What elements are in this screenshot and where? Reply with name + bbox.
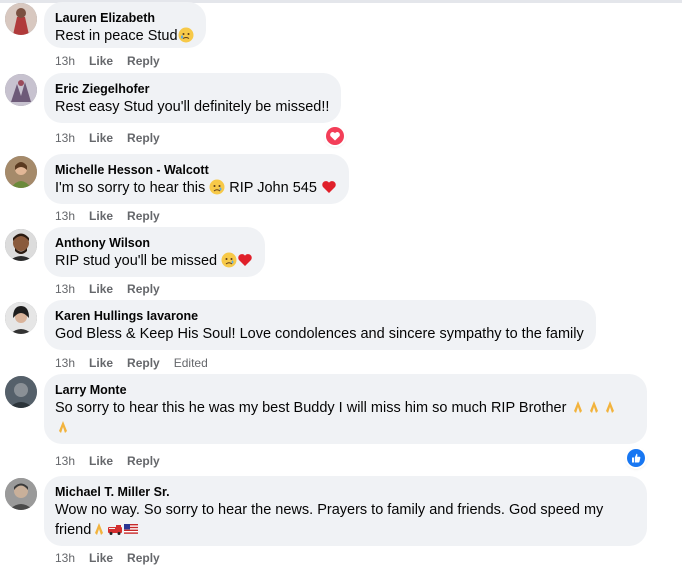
edited-label[interactable]: Edited [174, 355, 208, 371]
folded-hands-emoji-icon [55, 419, 71, 435]
reply-link[interactable]: Reply [127, 130, 160, 146]
comment-bubble: Lauren Elizabeth Rest in peace Stud [44, 2, 206, 48]
avatar[interactable] [5, 156, 37, 188]
comment-actions: 13h Like Reply [55, 208, 160, 224]
folded-hands-emoji-icon [586, 399, 602, 415]
comment-bubble: Anthony Wilson RIP stud you'll be missed [44, 227, 266, 277]
avatar[interactable] [5, 376, 37, 408]
comment-actions: 13h Like Reply [55, 281, 160, 297]
comment-text-part: I'm so sorry to hear this [55, 180, 206, 196]
comment-text: So sorry to hear this he was my best Bud… [55, 398, 635, 438]
reply-link[interactable]: Reply [127, 208, 160, 224]
avatar[interactable] [5, 3, 37, 35]
crying-face-emoji-icon [178, 27, 194, 43]
comment-time[interactable]: 13h [55, 53, 75, 69]
comment-text-part: RIP stud you'll be missed [55, 253, 218, 269]
avatar[interactable] [5, 74, 37, 106]
comment-time[interactable]: 13h [55, 208, 75, 224]
folded-hands-emoji-icon [91, 521, 107, 537]
like-link[interactable]: Like [89, 355, 113, 371]
comment-time[interactable]: 13h [55, 130, 75, 146]
avatar[interactable] [5, 229, 37, 261]
commenter-name[interactable]: Karen Hullings Iavarone [55, 308, 584, 324]
comment-time[interactable]: 13h [55, 550, 75, 566]
comment-text: Wow no way. So sorry to hear the news. P… [55, 500, 635, 540]
commenter-name[interactable]: Michael T. Miller Sr. [55, 484, 635, 500]
comment-bubble: Eric Ziegelhofer Rest easy Stud you'll d… [44, 73, 342, 123]
commenter-name[interactable]: Michelle Hesson - Walcott [55, 162, 337, 178]
comment-text-part: RIP John 545 [229, 180, 317, 196]
comment-text-part: Wow no way. So sorry to hear the news. P… [55, 502, 604, 518]
like-link[interactable]: Like [89, 130, 113, 146]
red-heart-emoji-icon [321, 179, 337, 195]
sad-face-emoji-icon [221, 252, 237, 268]
like-link[interactable]: Like [89, 453, 113, 469]
comment-actions: 13h Like Reply [55, 130, 160, 146]
us-flag-emoji-icon [123, 521, 139, 537]
reply-link[interactable]: Reply [127, 53, 160, 69]
red-heart-emoji-icon [237, 252, 253, 268]
folded-hands-emoji-icon [602, 399, 618, 415]
reply-link[interactable]: Reply [127, 281, 160, 297]
love-reaction-icon[interactable] [326, 127, 344, 145]
like-link[interactable]: Like [89, 550, 113, 566]
comment-time[interactable]: 13h [55, 281, 75, 297]
reply-link[interactable]: Reply [127, 355, 160, 371]
sad-face-emoji-icon [209, 179, 225, 195]
comment-time[interactable]: 13h [55, 355, 75, 371]
comment-actions: 13h Like Reply Edited [55, 355, 208, 371]
comment-text: RIP stud you'll be missed [55, 251, 253, 271]
like-link[interactable]: Like [89, 208, 113, 224]
folded-hands-emoji-icon [570, 399, 586, 415]
comment-time[interactable]: 13h [55, 453, 75, 469]
comment-bubble: Michelle Hesson - Walcott I'm so sorry t… [44, 154, 349, 204]
commenter-name[interactable]: Larry Monte [55, 382, 635, 398]
comment-bubble: Larry Monte So sorry to hear this he was… [44, 374, 647, 444]
comment-actions: 13h Like Reply [55, 453, 160, 469]
comment-text: Rest in peace Stud [55, 26, 194, 46]
reply-link[interactable]: Reply [127, 550, 160, 566]
avatar[interactable] [5, 302, 37, 334]
fire-engine-emoji-icon [107, 521, 123, 537]
avatar[interactable] [5, 478, 37, 510]
comment-text: I'm so sorry to hear this RIP John 545 [55, 178, 337, 198]
commenter-name[interactable]: Eric Ziegelhofer [55, 81, 329, 97]
commenter-name[interactable]: Anthony Wilson [55, 235, 253, 251]
comment-text-part: friend [55, 522, 92, 538]
like-link[interactable]: Like [89, 281, 113, 297]
comment-actions: 13h Like Reply [55, 53, 160, 69]
comment-text: God Bless & Keep His Soul! Love condolen… [55, 326, 584, 342]
commenter-name[interactable]: Lauren Elizabeth [55, 10, 194, 26]
like-link[interactable]: Like [89, 53, 113, 69]
comment-bubble: Karen Hullings Iavarone God Bless & Keep… [44, 300, 596, 350]
comment-actions: 13h Like Reply [55, 550, 160, 566]
comment-text-part: So sorry to hear this he was my best Bud… [55, 400, 567, 416]
reply-link[interactable]: Reply [127, 453, 160, 469]
comment-text: Rest easy Stud you'll definitely be miss… [55, 99, 330, 115]
comment-bubble: Michael T. Miller Sr. Wow no way. So sor… [44, 476, 647, 546]
comment-text-part: Rest in peace Stud [55, 28, 178, 44]
like-reaction-icon[interactable] [627, 449, 645, 467]
